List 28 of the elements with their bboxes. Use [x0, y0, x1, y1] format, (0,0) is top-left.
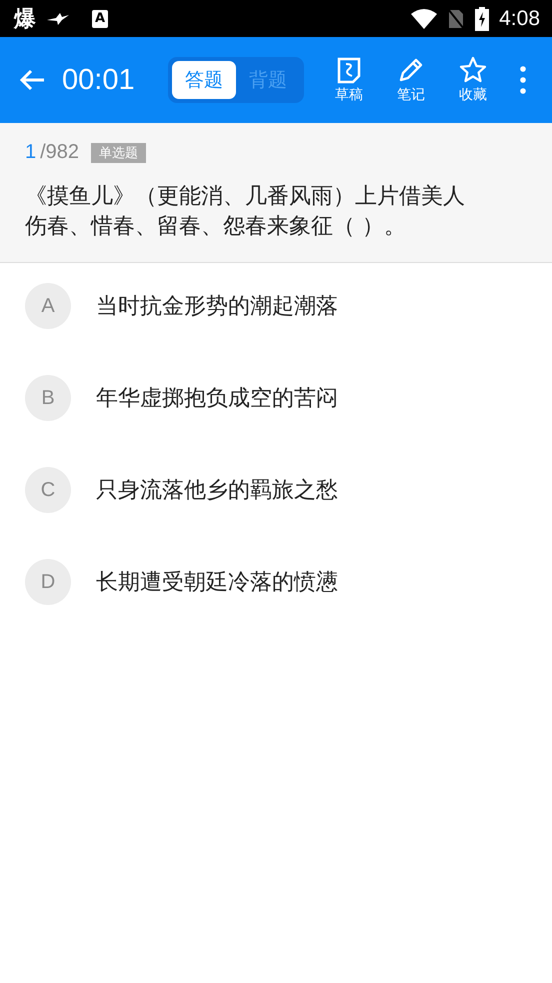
- more-menu-icon[interactable]: [520, 66, 526, 94]
- star-icon: [459, 56, 487, 84]
- question-number: 1: [25, 141, 36, 164]
- wifi-icon: [411, 8, 438, 28]
- clock-time: 4:08: [499, 6, 540, 30]
- favorite-button[interactable]: 收藏: [442, 56, 504, 104]
- draft-paper-icon: [335, 56, 363, 84]
- mode-tab[interactable]: 答题: [172, 61, 236, 99]
- option-text[interactable]: 年华虚掷抱负成空的苦闷: [96, 383, 338, 413]
- option-text[interactable]: 当时抗金形势的潮起潮落: [96, 291, 338, 321]
- option-text[interactable]: 只身流落他乡的羁旅之愁: [96, 475, 338, 505]
- draft-button[interactable]: 草稿: [318, 56, 380, 104]
- notification-icon: A: [92, 10, 108, 28]
- note-button[interactable]: 笔记: [380, 56, 442, 104]
- option-text[interactable]: 长期遭受朝廷冷落的愤懑: [96, 567, 338, 597]
- question-type-tag: 单选题: [91, 142, 146, 162]
- no-sim-icon: [447, 8, 466, 30]
- timer-text: 00:01: [62, 64, 136, 96]
- option-letter[interactable]: C: [25, 467, 71, 513]
- option-letter[interactable]: B: [25, 375, 71, 421]
- option-letter[interactable]: A: [25, 283, 71, 329]
- question-total: /982: [40, 141, 80, 164]
- notification-icon: 爆: [14, 4, 36, 34]
- question-text: 《摸鱼儿》（更能消、几番风雨）上片借美人伤春、惜春、留春、怨春来象征（ ）。: [25, 183, 466, 241]
- pencil-icon: [397, 56, 425, 84]
- option-letter[interactable]: D: [25, 559, 71, 605]
- back-arrow-icon[interactable]: [18, 68, 46, 92]
- battery-icon: [475, 6, 490, 30]
